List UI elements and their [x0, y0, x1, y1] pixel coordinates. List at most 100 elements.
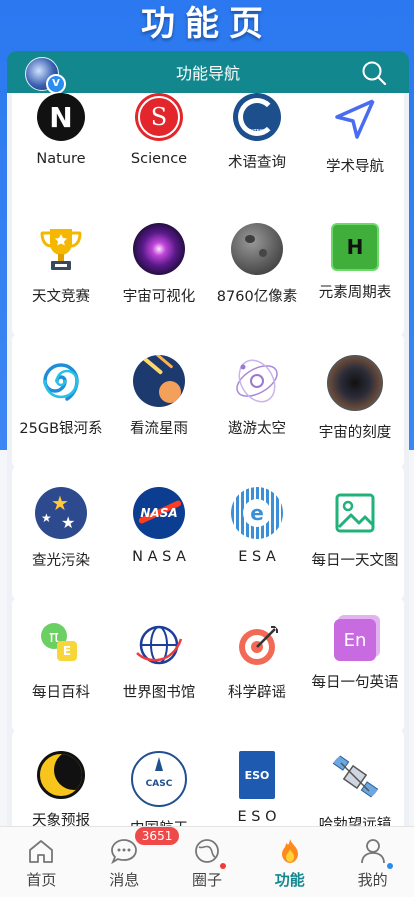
feature-item-milky-way[interactable]: 25GB银河系: [13, 355, 109, 438]
feature-label: 术语查询: [228, 155, 286, 171]
feature-label: 每日一天文图: [311, 553, 399, 569]
orbit-icon: [236, 359, 278, 403]
chat-icon: [111, 839, 138, 865]
english-icon: En: [334, 619, 376, 661]
tab-home[interactable]: 首页: [0, 827, 83, 897]
feature-item-astro-contest[interactable]: 天文竞赛: [13, 223, 109, 306]
feature-item-science-rumor[interactable]: 科学辟谣: [209, 619, 305, 702]
feature-item-nasa[interactable]: NASA N A S A: [111, 487, 207, 565]
feature-item-term-search[interactable]: CNTERM 术语查询: [209, 93, 305, 172]
feature-item-world-library[interactable]: 世界图书馆: [111, 619, 207, 702]
satellite-icon: [330, 753, 380, 799]
tab-circle[interactable]: 圈子: [166, 827, 249, 897]
target-icon: [239, 626, 278, 665]
feature-row-2: 天文竞赛 宇宙可视化 8760亿像素 H 元素周期表: [12, 201, 404, 337]
feature-label: 8760亿像素: [216, 289, 298, 305]
feature-label: 宇宙的刻度: [318, 425, 392, 441]
eso-logo-icon: ESO: [239, 751, 275, 799]
galaxy-icon: [133, 223, 185, 275]
feature-label: 查光污染: [32, 553, 90, 569]
feature-item-sky-forecast[interactable]: 天象预报: [13, 751, 109, 826]
feature-item-meteor-shower[interactable]: 看流星雨: [111, 355, 207, 438]
navbar-title: 功能导航: [175, 64, 240, 83]
feature-row-3: 25GB银河系 看流星雨 遨游太空 宇宙的刻度: [12, 333, 404, 469]
feature-row-6: 天象预报 CASC 中国航天 ESO E S O 哈勃望远镜: [12, 729, 404, 826]
casc-logo-icon: CASC: [131, 751, 187, 807]
meteor-shower-icon: [133, 355, 185, 407]
tab-features[interactable]: 功能: [248, 827, 331, 897]
planet-icon: [195, 839, 219, 863]
feature-label: 天象预报: [32, 813, 90, 826]
navbar: V 功能导航: [7, 51, 409, 94]
feature-item-light-pollution[interactable]: ★ ★ ★ 查光污染: [13, 487, 109, 570]
feature-item-8760-pixels[interactable]: 8760亿像素: [209, 223, 305, 306]
notification-dot: [219, 863, 226, 869]
avatar[interactable]: V: [25, 57, 66, 94]
science-logo-icon: S: [135, 93, 183, 141]
flame-icon: [281, 839, 298, 863]
trophy-icon: [40, 229, 82, 270]
feature-item-hubble[interactable]: 哈勃望远镜: [307, 751, 403, 826]
feature-label: 每日百科: [32, 685, 90, 701]
stars-icon: ★ ★ ★: [35, 487, 87, 539]
feature-label: N A S A: [132, 549, 186, 565]
tab-messages[interactable]: 3651 消息: [83, 827, 180, 897]
tab-label: 圈子: [191, 871, 222, 889]
feature-label: 中国航天: [130, 817, 188, 826]
feature-row-1: N Nature S Science CNTERM 术语查询 学术导航: [12, 93, 404, 211]
crescent-moon-icon: [37, 751, 85, 799]
tab-profile[interactable]: 我的: [331, 827, 414, 897]
feature-label: 哈勃望远镜: [318, 817, 392, 826]
hydrogen-element-icon: H: [331, 223, 379, 271]
feature-label: 遨游太空: [228, 421, 286, 437]
page-heading: 功能页: [141, 4, 273, 44]
feature-label: 天文竞赛: [32, 289, 90, 305]
tab-label: 消息: [109, 871, 140, 889]
feature-row-5: π E 每日百科 世界图书馆 科学辟谣 En 每日一句英语: [12, 597, 404, 733]
feature-label: E S A: [238, 549, 276, 565]
feature-item-periodic-table[interactable]: H 元素周期表: [307, 223, 403, 302]
feature-label: Nature: [36, 151, 86, 167]
globe-icon: [136, 625, 183, 665]
cnterm-logo-icon: CNTERM: [233, 93, 281, 141]
feature-row-4: ★ ★ ★ 查光污染 NASA N A S A e E S A 每日一天文图: [12, 465, 404, 601]
notification-dot: [387, 863, 394, 869]
feature-label: 元素周期表: [318, 285, 392, 301]
search-icon[interactable]: [361, 60, 387, 86]
feature-label: E S O: [237, 809, 277, 825]
feature-item-academic-nav[interactable]: 学术导航: [307, 93, 403, 176]
person-icon: [360, 839, 385, 864]
feature-label: Science: [130, 151, 188, 167]
feature-item-space-roam[interactable]: 遨游太空: [209, 355, 305, 438]
tab-label: 首页: [26, 871, 57, 889]
esa-logo-icon: e: [231, 487, 283, 539]
cosmic-scale-icon: [327, 355, 383, 411]
bottom-tab-bar: 首页 3651 消息 圈子 功能 我的: [0, 826, 414, 897]
nasa-logo-icon: NASA: [133, 487, 185, 539]
spiral-galaxy-icon: [43, 363, 79, 401]
feature-item-esa[interactable]: e E S A: [209, 487, 305, 565]
tab-label: 功能: [274, 871, 305, 889]
feature-label: 宇宙可视化: [122, 289, 196, 305]
feature-label: 25GB银河系: [19, 421, 103, 437]
feature-item-eso[interactable]: ESO E S O: [209, 751, 305, 825]
home-icon: [29, 840, 54, 863]
feature-item-daily-english[interactable]: En 每日一句英语: [307, 619, 403, 692]
tab-label: 我的: [357, 871, 388, 889]
feature-label: 看流星雨: [130, 421, 188, 437]
pi-encyclopedia-icon: π E: [35, 619, 87, 671]
feature-item-universe-viz[interactable]: 宇宙可视化: [111, 223, 207, 306]
feature-item-china-aerospace[interactable]: CASC 中国航天: [111, 751, 207, 826]
feature-grid: N Nature S Science CNTERM 术语查询 学术导航 天文竞赛…: [7, 93, 409, 826]
nature-logo-icon: N: [37, 93, 85, 141]
feature-item-apod[interactable]: 每日一天文图: [307, 487, 403, 570]
feature-label: 学术导航: [326, 159, 384, 175]
feature-item-science[interactable]: S Science: [111, 93, 207, 167]
send-arrow-icon: [335, 99, 375, 139]
image-icon: [335, 493, 375, 533]
feature-item-nature[interactable]: N Nature: [13, 93, 109, 167]
feature-label: 世界图书馆: [122, 685, 196, 701]
feature-item-daily-encyclopedia[interactable]: π E 每日百科: [13, 619, 109, 702]
moon-icon: [231, 223, 283, 275]
feature-item-cosmic-scale[interactable]: 宇宙的刻度: [307, 355, 403, 442]
